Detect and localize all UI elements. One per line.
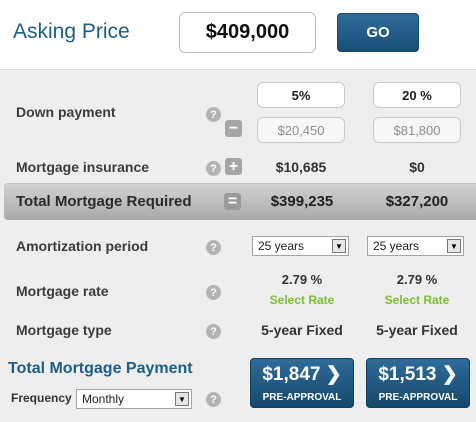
chevron-down-icon: ▼ <box>332 239 346 253</box>
pre-approval-label-1: PRE-APPROVAL <box>262 392 342 403</box>
mortgage-rate-label: Mortgage rate <box>16 283 109 299</box>
select-rate-link-2[interactable]: Select Rate <box>367 293 467 307</box>
down-payment-label: Down payment <box>16 104 116 120</box>
asking-price-input[interactable]: $409,000 <box>179 12 316 53</box>
down-payment-amount-1[interactable]: $20,450 <box>257 117 345 143</box>
payment-amount-2: $1,513 ❯ <box>378 364 458 385</box>
mortgage-insurance-label: Mortgage insurance <box>16 159 150 175</box>
amortization-select-2-value: 25 years <box>373 239 420 253</box>
mortgage-type-value-2: 5-year Fixed <box>376 322 458 338</box>
mortgage-rate-help-icon[interactable]: ? <box>206 285 221 300</box>
mortgage-insurance-help-icon[interactable]: ? <box>206 161 221 176</box>
asking-price-label: Asking Price <box>13 20 130 43</box>
select-rate-link-1[interactable]: Select Rate <box>252 293 352 307</box>
frequency-help-icon[interactable]: ? <box>206 392 221 407</box>
amortization-help-icon[interactable]: ? <box>206 240 221 255</box>
mortgage-type-label: Mortgage type <box>16 322 112 338</box>
pre-approval-button-1[interactable]: $1,847 ❯ PRE-APPROVAL <box>250 358 354 408</box>
frequency-select[interactable]: Monthly ▼ <box>76 389 192 409</box>
pre-approval-button-2[interactable]: $1,513 ❯ PRE-APPROVAL <box>366 358 470 408</box>
amortization-label: Amortization period <box>16 238 149 254</box>
frequency-select-value: Monthly <box>82 392 125 406</box>
amortization-select-2[interactable]: 25 years ▼ <box>367 236 464 256</box>
total-mortgage-value-1: $399,235 <box>270 193 334 210</box>
equals-icon: = <box>224 193 241 210</box>
mortgage-insurance-value-2: $0 <box>409 159 425 175</box>
total-mortgage-payment-label: Total Mortgage Payment <box>8 360 193 377</box>
pre-approval-label-2: PRE-APPROVAL <box>378 392 458 403</box>
mortgage-type-help-icon[interactable]: ? <box>206 324 221 339</box>
frequency-label: Frequency <box>11 391 72 405</box>
down-payment-help-icon[interactable]: ? <box>206 107 221 122</box>
chevron-down-icon: ▼ <box>175 392 189 406</box>
chevron-down-icon: ▼ <box>447 239 461 253</box>
total-mortgage-value-2: $327,200 <box>385 193 449 210</box>
mortgage-rate-value-1: 2.79 % <box>281 272 323 287</box>
down-payment-percent-1[interactable]: 5% <box>257 82 345 108</box>
minus-icon: − <box>225 120 242 137</box>
amortization-select-1-value: 25 years <box>258 239 305 253</box>
down-payment-percent-2[interactable]: 20 % <box>373 82 461 108</box>
down-payment-amount-2[interactable]: $81,800 <box>373 117 461 143</box>
plus-icon: + <box>225 158 242 175</box>
mortgage-insurance-value-1: $10,685 <box>275 159 327 175</box>
amortization-select-1[interactable]: 25 years ▼ <box>252 236 349 256</box>
go-button[interactable]: GO <box>337 13 419 52</box>
total-mortgage-label: Total Mortgage Required <box>16 193 192 210</box>
payment-amount-1: $1,847 ❯ <box>262 364 342 385</box>
mortgage-type-value-1: 5-year Fixed <box>261 322 343 338</box>
mortgage-rate-value-2: 2.79 % <box>396 272 438 287</box>
